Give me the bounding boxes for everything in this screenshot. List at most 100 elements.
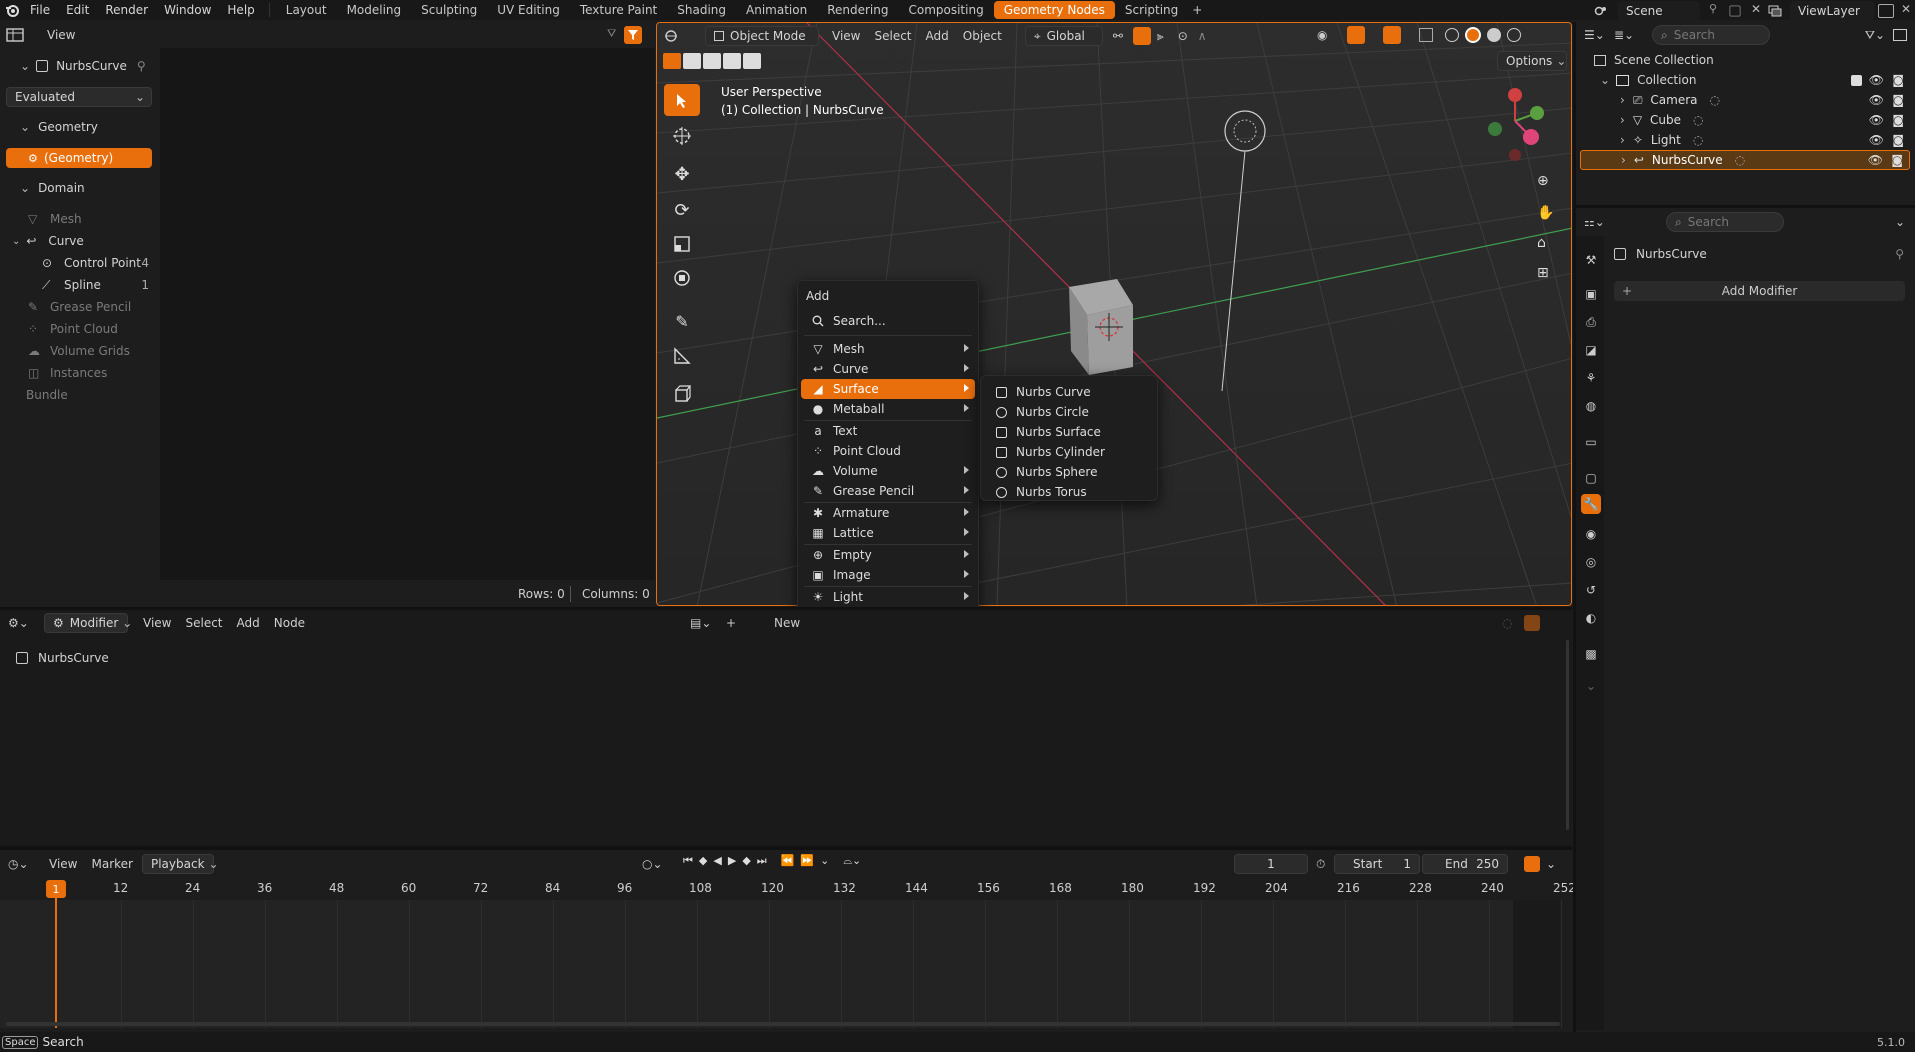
annotate-tool[interactable]: ✎ bbox=[664, 305, 700, 337]
zoom-icon[interactable]: ⊕ bbox=[1537, 173, 1549, 189]
timeline-editor-icon[interactable]: ◷⌄ bbox=[8, 857, 42, 871]
object-tab-icon[interactable]: ▢ bbox=[1581, 468, 1601, 488]
add-menu-item-volume[interactable]: ☁ Volume bbox=[801, 461, 975, 481]
texture-tab-icon[interactable]: ▩ bbox=[1581, 644, 1601, 664]
scene-icon[interactable] bbox=[1588, 2, 1614, 20]
tool-tab-icon[interactable]: ⚒ bbox=[1581, 250, 1601, 270]
select-intersect-icon[interactable] bbox=[743, 53, 761, 69]
pan-hand-icon[interactable]: ✋ bbox=[1537, 205, 1554, 221]
select-extend-icon[interactable] bbox=[683, 53, 701, 69]
jump-end-icon[interactable]: ⏭ bbox=[757, 854, 767, 868]
play-reverse-icon[interactable]: ◀ bbox=[713, 854, 721, 868]
menu-add[interactable]: Add bbox=[919, 26, 956, 46]
pin-icon[interactable]: ⚲ bbox=[1704, 2, 1722, 20]
geometry-item[interactable]: ⚙ (Geometry) bbox=[6, 148, 152, 168]
playhead-marker[interactable]: 1 bbox=[46, 880, 66, 898]
pivot-icon[interactable]: ⚯ bbox=[1113, 29, 1123, 43]
stopwatch-icon[interactable]: ⏱ bbox=[1316, 857, 1325, 872]
add-menu-search[interactable]: Search... bbox=[801, 311, 975, 331]
eye-icon[interactable]: 👁 bbox=[1869, 93, 1884, 107]
navigation-gizmo[interactable] bbox=[1475, 83, 1565, 173]
end-frame-field[interactable]: End 250 bbox=[1422, 854, 1508, 874]
gizmo-toggle-icon[interactable] bbox=[1347, 26, 1366, 44]
viewport-editor-type-icon[interactable] bbox=[663, 26, 699, 46]
constraints-tab-icon[interactable]: ↺ bbox=[1581, 580, 1601, 600]
physics-tab-icon[interactable]: ◎ bbox=[1581, 552, 1601, 572]
checkbox-icon[interactable] bbox=[1851, 74, 1862, 86]
proportional-edit-icon[interactable]: ⊙ bbox=[1178, 29, 1188, 43]
add-cube-tool[interactable] bbox=[664, 378, 700, 410]
eye-icon[interactable]: 👁 bbox=[1869, 113, 1884, 127]
prev-keyframe-icon[interactable]: ◆ bbox=[699, 854, 707, 868]
rotate-tool[interactable]: ⟳ bbox=[664, 194, 700, 226]
select-new-icon[interactable] bbox=[663, 53, 681, 69]
tab-geometry-nodes[interactable]: Geometry Nodes bbox=[993, 1, 1115, 19]
chevron-right-icon[interactable]: › bbox=[1620, 113, 1625, 127]
menu-render[interactable]: Render bbox=[97, 0, 156, 20]
auto-keying-icon[interactable]: ⌓⌄ bbox=[843, 854, 861, 868]
chevron-down-icon[interactable]: ⌄ bbox=[20, 59, 30, 73]
camera-render-icon[interactable]: ◙ bbox=[1891, 153, 1903, 167]
node-editor-scrollbar[interactable] bbox=[1566, 640, 1569, 830]
scene-collection-row[interactable]: Scene Collection bbox=[1594, 50, 1714, 70]
menu-marker[interactable]: Marker bbox=[84, 854, 139, 874]
editor-type-icon[interactable] bbox=[6, 25, 40, 45]
xray-icon[interactable] bbox=[1419, 28, 1434, 42]
record-icon[interactable]: ○⌄ bbox=[642, 857, 663, 871]
properties-editor-icon[interactable]: ⚏⌄ bbox=[1584, 215, 1614, 229]
render-tab-icon[interactable]: ▣ bbox=[1581, 284, 1601, 304]
outliner-editor-icon[interactable]: ☰⌄ bbox=[1584, 25, 1614, 45]
world-tab-icon[interactable]: ◍ bbox=[1581, 396, 1601, 416]
add-menu-item-lattice[interactable]: ▦ Lattice bbox=[801, 523, 975, 543]
display-mode-icon[interactable]: ≣⌄ bbox=[1614, 28, 1640, 42]
add-menu-item-empty[interactable]: ⊕ Empty bbox=[801, 545, 975, 565]
domain-mesh[interactable]: ▽ Mesh bbox=[28, 209, 82, 229]
chevron-down-icon[interactable]: ⌄ bbox=[820, 854, 829, 868]
add-menu-item-surface[interactable]: ◢ Surface bbox=[801, 379, 975, 399]
next-keyframe-icon[interactable]: ◆ bbox=[742, 854, 750, 868]
overlays-toggle-icon[interactable] bbox=[1383, 26, 1402, 44]
select-subtract-icon[interactable] bbox=[703, 53, 721, 69]
transform-tool[interactable] bbox=[664, 262, 700, 294]
outliner-search[interactable]: ⌕ Search bbox=[1652, 25, 1770, 45]
surface-item-nurbs-curve[interactable]: Nurbs Curve bbox=[984, 382, 1154, 402]
tab-uv-editing[interactable]: UV Editing bbox=[487, 1, 570, 19]
domain-control-point[interactable]: ⊙ Control Point 4 bbox=[42, 253, 149, 273]
jump-start-icon[interactable]: ⏮ bbox=[683, 854, 693, 868]
select-invert-icon[interactable] bbox=[723, 53, 741, 69]
menu-view[interactable]: View bbox=[825, 26, 867, 46]
menu-view[interactable]: View bbox=[42, 854, 84, 874]
domain-instances[interactable]: ◫ Instances bbox=[28, 363, 107, 383]
keying-icon[interactable] bbox=[1524, 856, 1540, 872]
add-menu-item-armature[interactable]: ✱ Armature bbox=[801, 503, 975, 523]
falloff-icon[interactable]: ∧ bbox=[1198, 29, 1207, 43]
menu-view[interactable]: View bbox=[40, 25, 82, 45]
visibility-icon[interactable]: ◉ bbox=[1317, 28, 1327, 42]
measure-tool[interactable] bbox=[664, 340, 700, 372]
move-tool[interactable]: ✥ bbox=[664, 158, 700, 190]
timeline-track[interactable] bbox=[0, 900, 1562, 1028]
scene-tab-icon[interactable]: ⚘ bbox=[1581, 368, 1601, 388]
view-layer-icon[interactable] bbox=[1764, 2, 1786, 20]
transform-orientation-dropdown[interactable]: ⌖ Global bbox=[1024, 26, 1103, 46]
menu-edit[interactable]: Edit bbox=[58, 0, 97, 20]
evaluated-dropdown[interactable]: Evaluated ⌄ bbox=[6, 87, 152, 107]
timeline-scrollbar[interactable] bbox=[6, 1022, 1560, 1026]
new-node-tree-plus[interactable]: + bbox=[726, 616, 736, 630]
blender-logo-icon[interactable] bbox=[2, 0, 22, 20]
node-tree-icon[interactable]: ▤⌄ bbox=[690, 616, 711, 630]
add-menu-item-metaball[interactable]: ● Metaball bbox=[801, 399, 975, 419]
camera-render-icon[interactable]: ◙ bbox=[1892, 93, 1904, 107]
chevron-right-icon[interactable]: › bbox=[1620, 93, 1625, 107]
domain-grease-pencil[interactable]: ✎ Grease Pencil bbox=[28, 297, 131, 317]
add-menu-item-grease-pencil[interactable]: ✎ Grease Pencil bbox=[801, 481, 975, 501]
snap-icon[interactable] bbox=[1132, 27, 1151, 45]
outliner-row-cube[interactable]: › ▽ Cube ◌ 👁 ◙ bbox=[1580, 110, 1910, 130]
camera-view-icon[interactable]: ⌂ bbox=[1537, 235, 1546, 251]
chevron-down-icon[interactable]: ⌄ bbox=[1546, 857, 1556, 871]
data-tab-icon[interactable]: ◐ bbox=[1581, 608, 1601, 628]
select-box-tool[interactable] bbox=[664, 84, 700, 116]
particles-tab-icon[interactable]: ◉ bbox=[1581, 524, 1601, 544]
solid-shading-icon[interactable] bbox=[1465, 27, 1482, 43]
next-jump-icon[interactable]: ⏩ bbox=[800, 854, 814, 868]
